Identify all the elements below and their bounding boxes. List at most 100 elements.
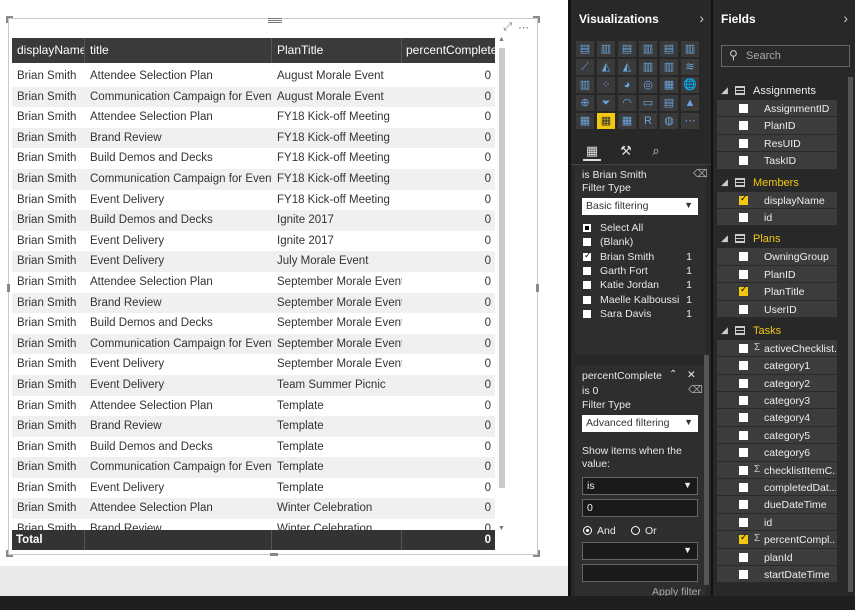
table-row[interactable]: Brian Smith Communication Campaign for Ev… bbox=[12, 86, 495, 108]
field-checkbox[interactable] bbox=[739, 396, 748, 406]
more-visuals-icon[interactable]: ⋯ bbox=[681, 113, 699, 129]
table-row[interactable]: Brian Smith Event Delivery Team Summer Pic… bbox=[12, 374, 495, 396]
field-item[interactable]: TaskID bbox=[717, 152, 837, 170]
stacked-bar-icon[interactable]: ▤ bbox=[576, 41, 594, 57]
table-node-tasks[interactable]: ◢ Tasks bbox=[713, 322, 855, 340]
ribbon-chart-icon[interactable]: ≋ bbox=[681, 59, 699, 75]
field-item[interactable]: ΣactiveChecklist... bbox=[717, 339, 837, 358]
resize-corner[interactable] bbox=[6, 550, 13, 557]
fields-well-icon[interactable]: ▦ bbox=[583, 143, 601, 161]
stacked-column-icon[interactable]: ▥ bbox=[597, 41, 615, 57]
fields-scrollbar[interactable] bbox=[848, 75, 854, 595]
collapse-icon[interactable]: ⌃ bbox=[669, 369, 677, 380]
report-page[interactable]: ⤢ ⋯ displayName title PlanTitle percentC… bbox=[0, 0, 568, 566]
resize-corner[interactable] bbox=[533, 550, 540, 557]
resize-handle-right[interactable] bbox=[536, 284, 539, 292]
fields-search-input[interactable]: ⚲ Search bbox=[721, 45, 850, 67]
table-row[interactable]: Brian Smith Communication Campaign for Ev… bbox=[12, 168, 495, 190]
filters-scrollbar[interactable] bbox=[704, 165, 710, 596]
column-header[interactable]: title bbox=[85, 38, 272, 63]
field-checkbox[interactable] bbox=[739, 413, 748, 423]
field-item[interactable]: dueDateTime bbox=[717, 496, 837, 514]
field-item[interactable]: category2 bbox=[717, 374, 837, 393]
column-header[interactable]: percentComplete bbox=[402, 38, 495, 63]
field-checkbox[interactable] bbox=[739, 517, 748, 527]
table-row[interactable]: Brian Smith Attendee Selection Plan FY18 K… bbox=[12, 107, 495, 128]
funnel-icon[interactable]: ⏷ bbox=[597, 95, 615, 111]
field-item[interactable]: PlanID bbox=[717, 117, 837, 135]
field-checkbox[interactable] bbox=[739, 430, 748, 440]
slicer-icon[interactable]: ▦ bbox=[576, 113, 594, 129]
pie-chart-icon[interactable]: ◕ bbox=[618, 77, 636, 93]
field-checkbox[interactable] bbox=[739, 193, 748, 205]
expand-triangle-icon[interactable]: ◢ bbox=[721, 233, 728, 244]
table-row[interactable]: Brian Smith Brand Review FY18 Kick-off Mee… bbox=[12, 127, 495, 149]
scroll-down-icon[interactable]: ▼ bbox=[498, 525, 505, 532]
operator-dropdown[interactable]: is ▼ bbox=[582, 477, 698, 495]
value-input[interactable]: 0 bbox=[582, 499, 698, 517]
multi-row-card-icon[interactable]: ▤ bbox=[660, 95, 678, 111]
table-row[interactable]: Brian Smith Build Demos and Decks FY18 Kic… bbox=[12, 148, 495, 169]
field-item[interactable]: category1 bbox=[717, 357, 837, 375]
field-item[interactable]: ΣpercentCompl... bbox=[717, 531, 837, 549]
apply-filter-button[interactable]: Apply filter bbox=[652, 586, 701, 596]
filter-item-checkbox[interactable] bbox=[583, 250, 592, 261]
table-row[interactable]: Brian Smith Brand Review Template 0 bbox=[12, 416, 495, 437]
field-item[interactable]: displayName bbox=[717, 191, 837, 209]
field-checkbox[interactable] bbox=[739, 304, 748, 314]
table-icon[interactable]: ▦ bbox=[597, 113, 615, 129]
scroll-up-icon[interactable]: ▲ bbox=[498, 36, 505, 43]
map-icon[interactable]: 🌐 bbox=[681, 77, 699, 93]
field-item[interactable]: startDateTime bbox=[717, 565, 837, 584]
table-node-plans[interactable]: ◢ Plans bbox=[713, 230, 855, 248]
r-visual-icon[interactable]: R bbox=[639, 113, 657, 129]
100-column-icon[interactable]: ▥ bbox=[681, 41, 699, 57]
field-checkbox[interactable] bbox=[739, 252, 748, 262]
filter-type-dropdown[interactable]: Advanced filtering ▼ bbox=[582, 415, 698, 432]
gauge-icon[interactable]: ◠ bbox=[618, 95, 636, 111]
field-checkbox[interactable] bbox=[739, 121, 748, 131]
field-checkbox[interactable] bbox=[739, 284, 748, 297]
treemap-icon[interactable]: ▦ bbox=[660, 77, 678, 93]
field-checkbox[interactable] bbox=[739, 465, 748, 475]
column-header[interactable]: displayName bbox=[12, 38, 85, 63]
filter-type-dropdown[interactable]: Basic filtering ▼ bbox=[582, 198, 698, 215]
filter-item-checkbox[interactable] bbox=[583, 309, 591, 318]
expand-triangle-icon[interactable]: ◢ bbox=[721, 177, 728, 188]
waterfall-icon[interactable]: ▥ bbox=[576, 77, 594, 93]
stacked-area-icon[interactable]: ◭ bbox=[618, 59, 636, 75]
table-row[interactable]: Brian Smith Communication Campaign for Ev… bbox=[12, 457, 495, 478]
more-options-icon[interactable]: ⋯ bbox=[518, 21, 529, 34]
line-chart-icon[interactable]: ⟋ bbox=[576, 59, 594, 75]
second-operator-dropdown[interactable]: ▼ bbox=[582, 542, 698, 560]
matrix-icon[interactable]: ▦ bbox=[618, 113, 636, 129]
table-visual[interactable]: ⤢ ⋯ displayName title PlanTitle percentC… bbox=[6, 16, 540, 557]
second-value-input[interactable] bbox=[582, 564, 698, 582]
resize-handle-bottom[interactable] bbox=[270, 553, 278, 556]
field-item[interactable]: id bbox=[717, 208, 837, 227]
table-row[interactable]: Brian Smith Build Demos and Decks Template… bbox=[12, 437, 495, 458]
filter-item-checkbox[interactable] bbox=[583, 281, 591, 290]
field-item[interactable]: category3 bbox=[717, 392, 837, 410]
drag-handle-icon[interactable] bbox=[268, 17, 282, 25]
donut-chart-icon[interactable]: ◎ bbox=[639, 77, 657, 93]
field-checkbox[interactable] bbox=[739, 483, 748, 493]
scatter-icon[interactable]: ⁘ bbox=[597, 77, 615, 93]
filter-item-checkbox[interactable] bbox=[583, 224, 591, 232]
table-row[interactable]: Brian Smith Attendee Selection Plan Septem… bbox=[12, 272, 495, 293]
focus-mode-icon[interactable]: ⤢ bbox=[503, 21, 512, 34]
field-checkbox[interactable] bbox=[739, 448, 748, 458]
collapse-chevron-icon[interactable]: › bbox=[843, 10, 848, 26]
table-row[interactable]: Brian Smith Brand Review Winter Celebratio… bbox=[12, 519, 495, 530]
table-row[interactable]: Brian Smith Event Delivery September Moral… bbox=[12, 354, 495, 375]
field-item[interactable]: id bbox=[717, 513, 837, 532]
field-checkbox[interactable] bbox=[739, 212, 748, 222]
filter-item-checkbox[interactable] bbox=[583, 238, 591, 247]
field-checkbox[interactable] bbox=[739, 138, 748, 148]
field-checkbox[interactable] bbox=[739, 532, 748, 545]
eraser-icon[interactable]: ⌫ bbox=[688, 384, 703, 396]
field-item[interactable]: planId bbox=[717, 548, 837, 566]
field-checkbox[interactable] bbox=[739, 569, 748, 579]
table-row[interactable]: Brian Smith Build Demos and Decks Ignite 2… bbox=[12, 210, 495, 231]
expand-triangle-icon[interactable]: ◢ bbox=[721, 325, 728, 336]
